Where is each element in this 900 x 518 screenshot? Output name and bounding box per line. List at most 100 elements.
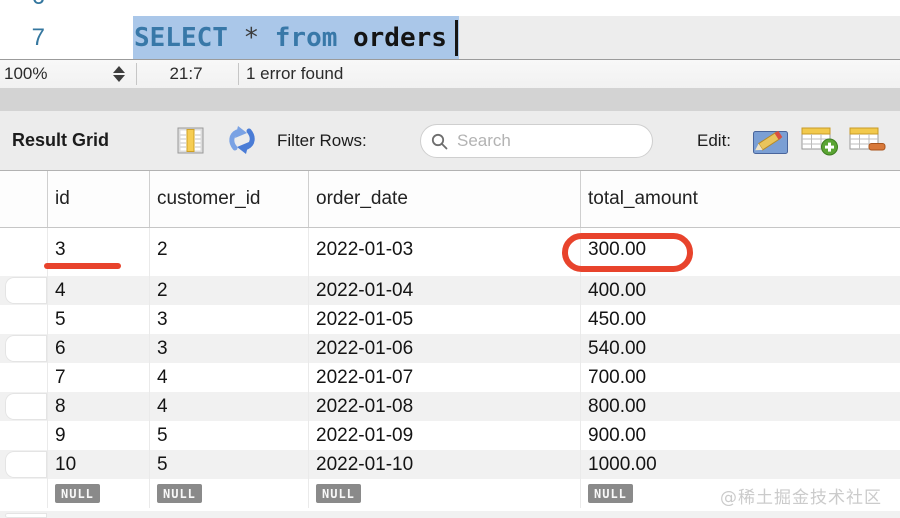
edit-record-icon[interactable] — [752, 125, 790, 161]
column-header-total-amount[interactable]: total_amount — [580, 171, 900, 227]
table-row[interactable]: 10 5 2022-01-10 1000.00 — [0, 450, 900, 479]
column-header-order-date[interactable]: order_date — [308, 171, 580, 227]
row-selector[interactable] — [0, 392, 47, 421]
editor-line-7[interactable]: SELECT * from orders — [0, 16, 900, 59]
delete-row-icon[interactable] — [849, 125, 887, 161]
column-view-icon[interactable] — [177, 125, 204, 160]
cell-null[interactable]: NULL — [149, 479, 308, 508]
cell-total-amount[interactable]: 400.00 — [580, 276, 900, 305]
sql-keyword-from: from — [275, 23, 338, 53]
sql-star-operator: * — [244, 23, 260, 53]
row-selector-pill — [5, 277, 47, 304]
row-selector[interactable] — [0, 450, 47, 479]
selected-sql-text[interactable]: SELECT * from orders — [133, 16, 459, 59]
sql-editor[interactable]: 6 SELECT * from orders 7 — [0, 0, 900, 59]
sql-keyword-select: SELECT — [134, 23, 228, 53]
partial-next-row — [0, 511, 900, 518]
cell-id[interactable]: 7 — [47, 363, 149, 392]
cell-total-amount[interactable]: 540.00 — [580, 334, 900, 363]
row-selector[interactable] — [0, 276, 47, 305]
cell-customer-id[interactable]: 4 — [149, 363, 308, 392]
cell-customer-id[interactable]: 2 — [149, 276, 308, 305]
sql-table-name: orders — [353, 23, 447, 53]
row-selector-header — [0, 171, 47, 227]
cell-customer-id[interactable]: 3 — [149, 305, 308, 334]
zoom-stepper[interactable] — [112, 65, 126, 83]
cell-total-amount[interactable]: 800.00 — [580, 392, 900, 421]
statusbar-divider — [136, 63, 137, 85]
line-number-7: 7 — [0, 16, 45, 59]
cell-order-date[interactable]: 2022-01-06 — [308, 334, 580, 363]
cell-id[interactable]: 6 — [47, 334, 149, 363]
insert-row-icon[interactable] — [801, 125, 839, 161]
filter-search-box[interactable] — [420, 124, 653, 158]
cell-id[interactable]: 9 — [47, 421, 149, 450]
cell-customer-id[interactable]: 5 — [149, 450, 308, 479]
cell-id[interactable]: 5 — [47, 305, 149, 334]
cell-order-date[interactable]: 2022-01-03 — [308, 228, 580, 276]
editor-status-bar: 100% 21:7 1 error found — [0, 59, 900, 88]
row-selector-pill — [5, 393, 47, 420]
null-badge: NULL — [316, 484, 361, 503]
cell-order-date[interactable]: 2022-01-08 — [308, 392, 580, 421]
cell-id[interactable]: 4 — [47, 276, 149, 305]
cell-order-date[interactable]: 2022-01-05 — [308, 305, 580, 334]
cell-total-amount[interactable]: 1000.00 — [580, 450, 900, 479]
row-selector[interactable] — [0, 479, 47, 508]
column-header-id[interactable]: id — [47, 171, 149, 227]
table-row[interactable]: 3 2 2022-01-03 300.00 — [0, 228, 900, 276]
row-selector-pill — [5, 335, 47, 362]
red-pen-underline — [44, 263, 121, 269]
cell-total-amount[interactable]: 700.00 — [580, 363, 900, 392]
cell-customer-id[interactable]: 2 — [149, 228, 308, 276]
row-selector-pill — [5, 513, 47, 518]
row-selector[interactable] — [0, 421, 47, 450]
result-grid-title: Result Grid — [12, 111, 109, 170]
column-header-customer-id[interactable]: customer_id — [149, 171, 308, 227]
cell-total-amount[interactable]: 900.00 — [580, 421, 900, 450]
cell-order-date[interactable]: 2022-01-10 — [308, 450, 580, 479]
cell-id[interactable]: 8 — [47, 392, 149, 421]
search-icon — [431, 133, 448, 150]
result-grid-toolbar: Result Grid Filter R — [0, 111, 900, 171]
table-row[interactable]: 4 2 2022-01-04 400.00 — [0, 276, 900, 305]
cell-customer-id[interactable]: 3 — [149, 334, 308, 363]
null-badge: NULL — [55, 484, 100, 503]
cell-null[interactable]: NULL — [308, 479, 580, 508]
cell-customer-id[interactable]: 5 — [149, 421, 308, 450]
row-selector[interactable] — [0, 363, 47, 392]
chevron-down-icon — [113, 75, 125, 82]
table-row[interactable]: 9 5 2022-01-09 900.00 — [0, 421, 900, 450]
cell-order-date[interactable]: 2022-01-04 — [308, 276, 580, 305]
table-row[interactable]: 8 4 2022-01-08 800.00 — [0, 392, 900, 421]
row-selector[interactable] — [0, 334, 47, 363]
chevron-up-icon — [113, 66, 125, 73]
cell-total-amount[interactable]: 450.00 — [580, 305, 900, 334]
row-selector-pill — [5, 451, 47, 478]
statusbar-divider — [238, 63, 239, 85]
red-pen-circle — [562, 233, 693, 272]
row-selector[interactable] — [0, 228, 47, 276]
line-number-6: 6 — [0, 0, 45, 15]
filter-rows-label: Filter Rows: — [277, 111, 367, 170]
table-row[interactable]: 6 3 2022-01-06 540.00 — [0, 334, 900, 363]
null-badge: NULL — [157, 484, 202, 503]
zoom-level: 100% — [4, 60, 47, 88]
row-selector[interactable] — [0, 305, 47, 334]
cell-order-date[interactable]: 2022-01-07 — [308, 363, 580, 392]
cell-customer-id[interactable]: 4 — [149, 392, 308, 421]
cursor-position: 21:7 — [146, 60, 226, 88]
table-row[interactable]: 5 3 2022-01-05 450.00 — [0, 305, 900, 334]
grid-rows: 3 2 2022-01-03 300.00 4 2 2022-01-04 400… — [0, 228, 900, 518]
grid-header-row: id customer_id order_date total_amount — [0, 171, 900, 228]
current-line-highlight — [449, 16, 900, 59]
search-input[interactable] — [457, 131, 678, 151]
cell-id[interactable]: 10 — [47, 450, 149, 479]
refresh-icon[interactable] — [226, 125, 258, 160]
text-cursor — [455, 20, 458, 56]
table-row[interactable]: 7 4 2022-01-07 700.00 — [0, 363, 900, 392]
edit-label: Edit: — [697, 111, 731, 170]
cell-order-date[interactable]: 2022-01-09 — [308, 421, 580, 450]
watermark-text: @稀土掘金技术社区 — [720, 483, 882, 508]
cell-null[interactable]: NULL — [47, 479, 149, 508]
